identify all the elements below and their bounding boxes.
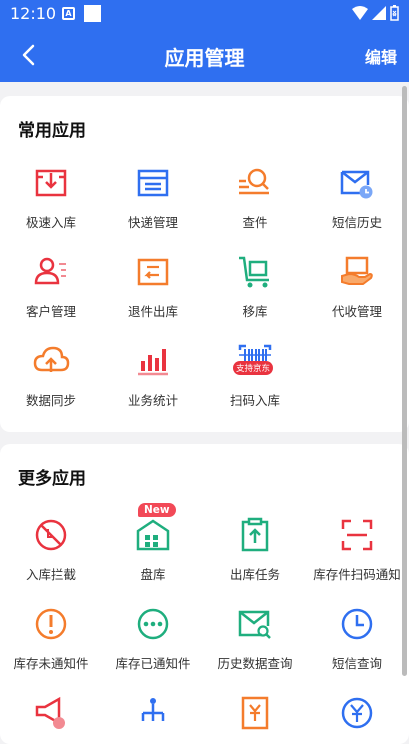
app-stock-unnotified[interactable]: 库存未通知件 [0, 604, 102, 672]
app-label: 盘库 [140, 567, 166, 582]
notification-square-icon [84, 5, 101, 22]
app-sms-query[interactable]: 短信查询 [306, 604, 408, 672]
status-bar: 12:10 A [0, 0, 409, 28]
chat-dots-icon [137, 608, 169, 640]
app-stock-scan-notify[interactable]: 库存件扫码通知 [306, 515, 408, 583]
app-move-stock[interactable]: 移库 [204, 252, 306, 320]
app-label: 库存未通知件 [13, 656, 89, 671]
move-stock-icon [239, 256, 269, 288]
battery-icon [390, 5, 399, 21]
app-label: 短信查询 [331, 656, 382, 671]
app-business-stats[interactable]: 业务统计 [102, 341, 204, 409]
app-scan-inbound[interactable]: 支持京东 扫码入库 [204, 341, 306, 409]
notification-a-icon: A [62, 7, 75, 20]
app-label: 极速入库 [25, 215, 76, 230]
common-apps-title: 常用应用 [18, 121, 86, 141]
app-fast-inbound[interactable]: 极速入库 [0, 163, 102, 231]
status-time: 12:10 [10, 4, 57, 23]
app-collect-manage[interactable]: 代收管理 [306, 252, 408, 320]
block-icon [35, 519, 67, 551]
customer-icon [34, 257, 66, 285]
app-label: 代收管理 [331, 304, 382, 319]
scan-frame-icon [341, 519, 373, 551]
megaphone-icon [35, 696, 65, 729]
hierarchy-icon [141, 698, 165, 721]
app-inbound-block[interactable]: 入库拦截 [0, 515, 102, 583]
app-label: 业务统计 [127, 393, 178, 408]
app-data-sync[interactable]: 数据同步 [0, 341, 102, 409]
clipboard-upload-icon [241, 517, 269, 552]
app-label: 客户管理 [25, 304, 76, 319]
new-badge: New [138, 503, 176, 517]
app-label: 查件 [242, 215, 268, 230]
fast-inbound-icon [35, 169, 67, 197]
invoice-icon [241, 696, 269, 730]
app-sms-history[interactable]: 短信历史 [306, 163, 408, 231]
scrollbar[interactable] [402, 86, 407, 676]
more-apps-title: 更多应用 [18, 469, 86, 489]
express-manage-icon [137, 169, 169, 197]
app-label: 扫码入库 [229, 393, 280, 408]
status-icons [352, 5, 399, 21]
search-parcel-icon [239, 168, 269, 195]
app-bar: 应用管理 编辑 [0, 28, 409, 82]
more-apps-card: 更多应用 入库拦截 New 盘库 出库任务 库存件扫码通知 库存未通知件 库存已… [0, 444, 409, 744]
app-label: 入库拦截 [25, 567, 76, 582]
app-hierarchy[interactable] [102, 693, 204, 733]
app-label: 退件出库 [127, 304, 178, 319]
signal-icon [372, 6, 386, 20]
app-customer-manage[interactable]: 客户管理 [0, 252, 102, 320]
mail-search-icon [238, 610, 271, 639]
app-label: 库存件扫码通知 [313, 567, 401, 582]
app-label: 短信历史 [331, 215, 382, 230]
app-inventory[interactable]: New 盘库 [102, 503, 204, 583]
common-apps-card: 常用应用 极速入库 快递管理 查件 短信历史 客户管理 退件出库 移库 代收管理… [0, 96, 409, 432]
clock-icon [341, 608, 373, 640]
wifi-icon [352, 6, 368, 20]
app-invoice[interactable] [204, 693, 306, 733]
app-outbound-task[interactable]: 出库任务 [204, 515, 306, 583]
app-express-manage[interactable]: 快递管理 [102, 163, 204, 231]
edit-button[interactable]: 编辑 [365, 44, 397, 68]
app-label: 库存已通知件 [115, 656, 191, 671]
app-stock-notified[interactable]: 库存已通知件 [102, 604, 204, 672]
app-label: 出库任务 [229, 567, 280, 582]
app-label: 移库 [242, 304, 268, 319]
app-return-outbound[interactable]: 退件出库 [102, 252, 204, 320]
alert-icon [35, 608, 67, 640]
warehouse-icon [136, 519, 170, 551]
collect-manage-icon [341, 256, 373, 285]
return-outbound-icon [137, 258, 169, 286]
app-label: 历史数据查询 [217, 656, 293, 671]
app-search-parcel[interactable]: 查件 [204, 163, 306, 231]
jd-support-badge: 支持京东 [233, 361, 274, 375]
yen-icon [341, 697, 373, 729]
page-title: 应用管理 [164, 46, 245, 70]
cloud-sync-icon [33, 346, 70, 372]
sms-history-icon [340, 170, 373, 199]
app-history-query[interactable]: 历史数据查询 [204, 604, 306, 672]
bar-chart-icon [138, 349, 168, 376]
app-yen[interactable] [306, 693, 408, 733]
app-label: 数据同步 [25, 393, 76, 408]
app-label: 快递管理 [127, 215, 178, 230]
app-megaphone[interactable] [0, 693, 102, 733]
